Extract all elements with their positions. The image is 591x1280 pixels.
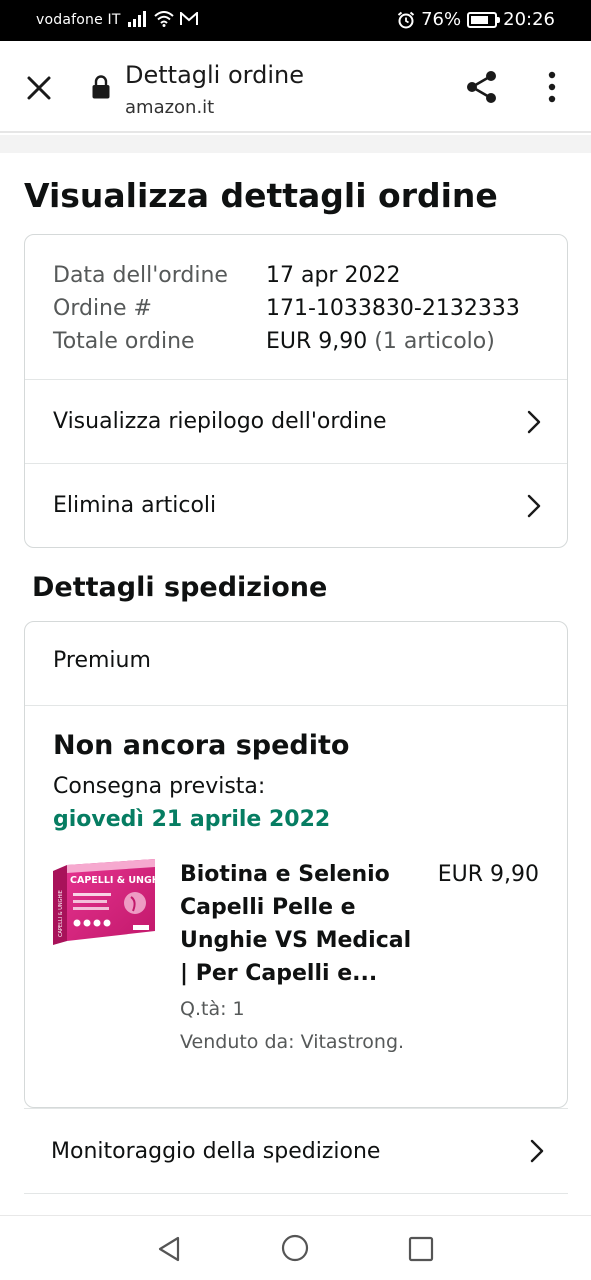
order-total-value: EUR 9,90 — [266, 329, 368, 354]
order-date-label: Data dell'ordine — [53, 263, 228, 288]
card-divider — [25, 705, 567, 706]
product-price: EUR 9,90 — [437, 862, 539, 887]
delivery-date: giovedì 21 aprile 2022 — [53, 807, 331, 832]
order-date-value: 17 apr 2022 — [266, 263, 401, 288]
page-title: Visualizza dettagli ordine — [24, 176, 498, 215]
clock: 20:26 — [503, 9, 555, 30]
chevron-right-icon — [527, 410, 541, 434]
svg-text:CAPELLI & UNGHIE: CAPELLI & UNGHIE — [58, 890, 64, 937]
chevron-right-icon — [530, 1139, 544, 1163]
carrier-name: vodafone IT — [36, 12, 121, 28]
status-bar: vodafone IT 76% 20:26 — [0, 0, 591, 41]
chevron-right-icon — [527, 494, 541, 518]
status-right: 76% 20:26 — [397, 9, 555, 30]
browser-url[interactable]: amazon.it — [125, 97, 214, 118]
order-number-value: 171-1033830-2132333 — [266, 296, 520, 321]
nav-recents-icon[interactable] — [408, 1236, 434, 1262]
battery-fill — [471, 15, 488, 24]
order-total-label: Totale ordine — [53, 329, 195, 354]
svg-text:CAPELLI & UNGHIE: CAPELLI & UNGHIE — [70, 875, 157, 886]
shipping-section-title: Dettagli spedizione — [32, 572, 328, 603]
order-total-items: (1 articolo) — [374, 329, 495, 354]
close-icon[interactable] — [26, 75, 52, 101]
order-summary: Data dell'ordine 17 apr 2022 Ordine # 17… — [53, 259, 520, 358]
shipping-type: Premium — [53, 648, 151, 673]
order-total-row: Totale ordine EUR 9,90 (1 articolo) — [53, 325, 520, 358]
order-date-row: Data dell'ordine 17 apr 2022 — [53, 259, 520, 292]
view-order-summary-link[interactable]: Visualizza riepilogo dell'ordine — [25, 379, 567, 463]
product-title-link[interactable]: Biotina e Selenio Capelli Pelle e Unghie… — [180, 858, 425, 990]
more-vert-icon[interactable] — [545, 71, 559, 103]
battery-percent: 76% — [421, 9, 462, 30]
order-summary-card: Data dell'ordine 17 apr 2022 Ordine # 17… — [24, 234, 568, 548]
product-quantity: Q.tà: 1 — [180, 998, 245, 1020]
product-seller: Venduto da: Vitastrong. — [180, 1031, 405, 1053]
product-image[interactable]: CAPELLI & UNGHIE CAPELLI & UNGHIE — [53, 859, 157, 947]
shipment-status: Non ancora spedito — [53, 730, 350, 761]
track-shipment-link[interactable]: Monitoraggio della spedizione — [24, 1108, 568, 1194]
battery-icon — [467, 11, 501, 28]
delete-items-label: Elimina articoli — [53, 493, 217, 518]
alarm-icon — [397, 11, 415, 28]
nav-back-icon[interactable] — [156, 1236, 182, 1262]
signal-icon — [128, 11, 146, 27]
browser-toolbar: Dettagli ordine amazon.it — [0, 41, 591, 133]
order-number-label: Ordine # — [53, 296, 152, 321]
delivery-label: Consegna prevista: — [53, 774, 266, 799]
nav-home-icon[interactable] — [281, 1234, 309, 1262]
lock-icon — [92, 75, 110, 99]
page-top-divider — [0, 135, 591, 153]
system-nav-bar — [0, 1215, 591, 1280]
wifi-icon — [154, 11, 174, 27]
shipment-card: Premium Non ancora spedito Consegna prev… — [24, 621, 568, 1108]
share-icon[interactable] — [466, 70, 498, 104]
view-order-summary-label: Visualizza riepilogo dell'ordine — [53, 409, 387, 434]
delete-items-link[interactable]: Elimina articoli — [25, 463, 567, 547]
signal-indicators — [128, 11, 198, 27]
order-number-row: Ordine # 171-1033830-2132333 — [53, 292, 520, 325]
track-shipment-label: Monitoraggio della spedizione — [51, 1138, 381, 1164]
browser-page-title: Dettagli ordine — [125, 61, 304, 89]
gmail-icon — [180, 12, 198, 25]
